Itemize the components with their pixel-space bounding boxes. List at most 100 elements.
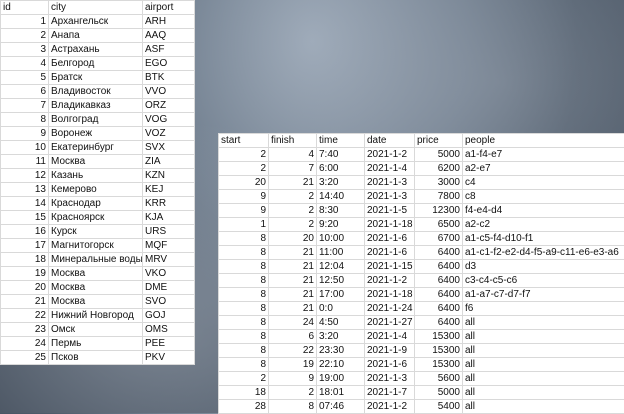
cell-people[interactable]: d3 bbox=[463, 260, 624, 274]
cell-people[interactable]: a2-e7 bbox=[463, 162, 624, 176]
cell-price[interactable]: 5000 bbox=[415, 386, 463, 400]
cell-id[interactable]: 14 bbox=[1, 197, 49, 211]
cell-finish[interactable]: 7 bbox=[269, 162, 317, 176]
cell-id[interactable]: 21 bbox=[1, 295, 49, 309]
cell-city[interactable]: Нижний Новгород bbox=[49, 309, 143, 323]
cell-people[interactable]: c3-c4-c5-c6 bbox=[463, 274, 624, 288]
cell-price[interactable]: 6500 bbox=[415, 218, 463, 232]
cell-finish[interactable]: 21 bbox=[269, 274, 317, 288]
cell-date[interactable]: 2021-1-2 bbox=[365, 400, 415, 414]
cell-airport[interactable]: URS bbox=[143, 225, 195, 239]
cell-date[interactable]: 2021-1-5 bbox=[365, 204, 415, 218]
cell-id[interactable]: 24 bbox=[1, 337, 49, 351]
cell-time[interactable]: 4:50 bbox=[317, 316, 365, 330]
cell-airport[interactable]: KJA bbox=[143, 211, 195, 225]
cell-price[interactable]: 7800 bbox=[415, 190, 463, 204]
cell-airport[interactable]: MRV bbox=[143, 253, 195, 267]
cell-start[interactable]: 1 bbox=[219, 218, 269, 232]
cell-city[interactable]: Москва bbox=[49, 155, 143, 169]
cell-date[interactable]: 2021-1-6 bbox=[365, 358, 415, 372]
cell-finish[interactable]: 22 bbox=[269, 344, 317, 358]
cell-start[interactable]: 9 bbox=[219, 204, 269, 218]
cell-start[interactable]: 8 bbox=[219, 246, 269, 260]
cell-city[interactable]: Воронеж bbox=[49, 127, 143, 141]
cell-time[interactable]: 12:04 bbox=[317, 260, 365, 274]
cell-start[interactable]: 8 bbox=[219, 344, 269, 358]
cell-airport[interactable]: KEJ bbox=[143, 183, 195, 197]
cell-people[interactable]: f6 bbox=[463, 302, 624, 316]
cell-people[interactable]: a1-c1-f2-e2-d4-f5-a9-c11-e6-e3-a6 bbox=[463, 246, 624, 260]
column-header-time[interactable]: time bbox=[317, 134, 365, 148]
cell-city[interactable]: Пермь bbox=[49, 337, 143, 351]
cell-city[interactable]: Москва bbox=[49, 295, 143, 309]
cell-city[interactable]: Курск bbox=[49, 225, 143, 239]
cell-id[interactable]: 2 bbox=[1, 29, 49, 43]
cell-id[interactable]: 9 bbox=[1, 127, 49, 141]
cell-start[interactable]: 20 bbox=[219, 176, 269, 190]
cell-id[interactable]: 1 bbox=[1, 15, 49, 29]
cell-airport[interactable]: PKV bbox=[143, 351, 195, 365]
cell-price[interactable]: 6400 bbox=[415, 302, 463, 316]
cell-time[interactable]: 11:00 bbox=[317, 246, 365, 260]
cell-start[interactable]: 2 bbox=[219, 148, 269, 162]
cell-price[interactable]: 6400 bbox=[415, 288, 463, 302]
cell-finish[interactable]: 20 bbox=[269, 232, 317, 246]
cell-id[interactable]: 4 bbox=[1, 57, 49, 71]
cell-start[interactable]: 9 bbox=[219, 190, 269, 204]
cell-time[interactable]: 19:00 bbox=[317, 372, 365, 386]
cell-people[interactable]: a1-a7-c7-d7-f7 bbox=[463, 288, 624, 302]
cell-time[interactable]: 0:0 bbox=[317, 302, 365, 316]
cell-price[interactable]: 6400 bbox=[415, 246, 463, 260]
cell-start[interactable]: 8 bbox=[219, 330, 269, 344]
cell-id[interactable]: 12 bbox=[1, 169, 49, 183]
cell-time[interactable]: 10:00 bbox=[317, 232, 365, 246]
cell-people[interactable]: all bbox=[463, 358, 624, 372]
cell-airport[interactable]: VOZ bbox=[143, 127, 195, 141]
cell-people[interactable]: f4-e4-d4 bbox=[463, 204, 624, 218]
cell-start[interactable]: 8 bbox=[219, 316, 269, 330]
cell-airport[interactable]: SVO bbox=[143, 295, 195, 309]
cell-id[interactable]: 5 bbox=[1, 71, 49, 85]
cell-price[interactable]: 15300 bbox=[415, 344, 463, 358]
cell-time[interactable]: 22:10 bbox=[317, 358, 365, 372]
cell-time[interactable]: 17:00 bbox=[317, 288, 365, 302]
cell-start[interactable]: 8 bbox=[219, 288, 269, 302]
cell-time[interactable]: 8:30 bbox=[317, 204, 365, 218]
cell-time[interactable]: 23:30 bbox=[317, 344, 365, 358]
cell-airport[interactable]: ORZ bbox=[143, 99, 195, 113]
cell-city[interactable]: Владикавказ bbox=[49, 99, 143, 113]
cell-start[interactable]: 8 bbox=[219, 302, 269, 316]
cell-city[interactable]: Магнитогорск bbox=[49, 239, 143, 253]
cell-id[interactable]: 3 bbox=[1, 43, 49, 57]
cell-people[interactable]: a1-c5-f4-d10-f1 bbox=[463, 232, 624, 246]
cell-airport[interactable]: ARH bbox=[143, 15, 195, 29]
cell-finish[interactable]: 2 bbox=[269, 190, 317, 204]
cell-airport[interactable]: PEE bbox=[143, 337, 195, 351]
cell-id[interactable]: 20 bbox=[1, 281, 49, 295]
cell-id[interactable]: 22 bbox=[1, 309, 49, 323]
cell-id[interactable]: 6 bbox=[1, 85, 49, 99]
cell-airport[interactable]: ASF bbox=[143, 43, 195, 57]
cell-id[interactable]: 11 bbox=[1, 155, 49, 169]
cell-city[interactable]: Красноярск bbox=[49, 211, 143, 225]
cell-start[interactable]: 8 bbox=[219, 232, 269, 246]
cell-airport[interactable]: VVO bbox=[143, 85, 195, 99]
cell-city[interactable]: Братск bbox=[49, 71, 143, 85]
cell-time[interactable]: 18:01 bbox=[317, 386, 365, 400]
cell-id[interactable]: 16 bbox=[1, 225, 49, 239]
cell-price[interactable]: 6400 bbox=[415, 316, 463, 330]
cell-finish[interactable]: 2 bbox=[269, 204, 317, 218]
cell-finish[interactable]: 4 bbox=[269, 148, 317, 162]
cell-finish[interactable]: 21 bbox=[269, 176, 317, 190]
cell-id[interactable]: 15 bbox=[1, 211, 49, 225]
cell-date[interactable]: 2021-1-3 bbox=[365, 372, 415, 386]
cell-finish[interactable]: 8 bbox=[269, 400, 317, 414]
cell-finish[interactable]: 2 bbox=[269, 218, 317, 232]
column-header-people[interactable]: people bbox=[463, 134, 624, 148]
cell-airport[interactable]: KZN bbox=[143, 169, 195, 183]
cell-finish[interactable]: 21 bbox=[269, 302, 317, 316]
cell-id[interactable]: 23 bbox=[1, 323, 49, 337]
cell-finish[interactable]: 9 bbox=[269, 372, 317, 386]
cell-finish[interactable]: 2 bbox=[269, 386, 317, 400]
cell-start[interactable]: 18 bbox=[219, 386, 269, 400]
